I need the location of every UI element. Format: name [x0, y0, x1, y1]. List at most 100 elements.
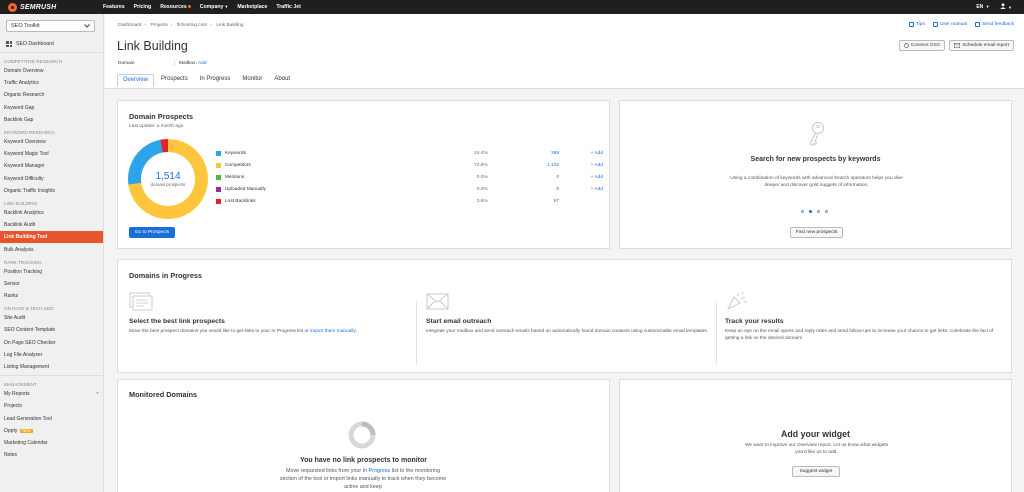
sidebar-item-label: SEO Dashboard	[16, 41, 54, 47]
logo-text: SEMRUSH	[20, 3, 57, 11]
donut-center: 1,514 domain prospects	[141, 152, 195, 206]
sidebar-item-domain-overview[interactable]: Domain Overview	[0, 65, 103, 77]
go-to-prospects-button[interactable]: Go to Prospects	[129, 227, 175, 238]
tab-about[interactable]: About	[269, 74, 295, 87]
breadcrumb: Dashboard › Projects › lfchosting.com › Lin…	[118, 23, 244, 28]
carousel-dot[interactable]	[817, 210, 820, 213]
find-new-prospects-button[interactable]: Find new prospects	[790, 227, 843, 238]
user-menu[interactable]: ▼	[999, 3, 1012, 11]
sidebar-item-backlink-audit[interactable]: Backlink Audit	[0, 219, 103, 231]
sidebar-item-bulk-analysis[interactable]: Bulk Analysis	[0, 243, 103, 255]
prospects-donut-chart: 1,514 domain prospects	[128, 139, 208, 219]
nav-traffic-jet[interactable]: Traffic Jet	[276, 4, 301, 10]
page-header: Dashboard › Projects › lfchosting.com › Lin…	[105, 14, 1024, 89]
sidebar-item-marketing-calendar[interactable]: Marketing Calendar	[0, 437, 103, 449]
sidebar-item-keyword-manager[interactable]: Keyword Manager	[0, 160, 103, 172]
sidebar-item-keyword-overview[interactable]: Keyword Overview	[0, 136, 103, 148]
send-feedback-link[interactable]: Send feedback	[974, 22, 1014, 27]
sidebar-item-traffic-analytics[interactable]: Traffic Analytics	[0, 77, 103, 89]
sidebar-item-position-tracking[interactable]: Position Tracking	[0, 266, 103, 278]
add-report-icon[interactable]: +	[95, 391, 99, 397]
sidebar-item-ranks[interactable]: Ranks	[0, 290, 103, 302]
sidebar: SEO Toolkit SEO Dashboard COMPETITIVE RE…	[0, 14, 104, 492]
prospect-count-link[interactable]: 0	[488, 175, 559, 180]
page-title: Link Building	[117, 39, 188, 53]
schedule-email-report-button[interactable]: Schedule email report	[949, 40, 1014, 51]
sidebar-item-keyword-difficulty[interactable]: Keyword Difficulty	[0, 173, 103, 185]
add-mentions-link[interactable]: + Add	[559, 175, 603, 180]
step-description: Move the best prospect domains you would…	[129, 329, 357, 334]
prospect-row-lost-backlinks: Lost Backlinks 3.8% 57	[216, 196, 603, 208]
sidebar-item-log-file-analyzer[interactable]: Log File Analyzer	[0, 349, 103, 361]
semrush-logo[interactable]: SEMRUSH	[8, 2, 103, 12]
sidebar-item-seo-content-template[interactable]: SEO Content Template	[0, 324, 103, 336]
nav-features[interactable]: Features	[103, 4, 125, 10]
suggest-widget-button[interactable]: Suggest widget	[792, 466, 840, 477]
sidebar-item-keyword-magic-tool[interactable]: Keyword Magic Tool	[0, 148, 103, 160]
tab-overview[interactable]: Overview	[117, 74, 155, 87]
header-buttons: Connect GSC Schedule email report	[895, 40, 1014, 51]
sidebar-heading-on-page-tech-seo: ON PAGE & TECH SEO	[4, 306, 54, 312]
toolkit-select-value: SEO Toolkit	[11, 23, 40, 29]
tab-monitor[interactable]: Monitor	[237, 74, 267, 87]
sidebar-item-backlink-analytics[interactable]: Backlink Analytics	[0, 207, 103, 219]
prospect-count-link[interactable]: 369	[488, 151, 559, 156]
sidebar-item-listing-management[interactable]: Listing Management	[0, 361, 103, 373]
nav-pricing[interactable]: Pricing	[134, 4, 152, 10]
breadcrumb-projects[interactable]: Projects	[150, 23, 167, 28]
mailbox-add-link[interactable]: Add	[198, 61, 207, 66]
divider	[716, 301, 717, 365]
sidebar-item-oppty[interactable]: Oppty NEW	[0, 425, 103, 437]
user-manual-link[interactable]: User manual	[932, 22, 967, 27]
total-prospects-label: domain prospects	[150, 181, 186, 187]
add-competitors-link[interactable]: + Add	[559, 163, 603, 168]
carousel-dot-active[interactable]	[809, 210, 812, 213]
tips-link[interactable]: Tips	[908, 22, 925, 27]
sidebar-item-keyword-gap[interactable]: Keyword Gap	[0, 102, 103, 114]
tab-in-progress[interactable]: In Progress	[195, 74, 236, 87]
nav-marketplace[interactable]: Marketplace	[237, 4, 267, 10]
sidebar-item-organic-traffic-insights[interactable]: Organic Traffic Insights	[0, 185, 103, 197]
sidebar-item-notes[interactable]: Notes	[0, 449, 103, 461]
sidebar-item-link-building-tool[interactable]: Link Building Tool	[0, 231, 103, 244]
carousel-dots	[801, 210, 833, 213]
carousel-dot[interactable]	[825, 210, 828, 213]
tab-prospects[interactable]: Prospects	[156, 74, 193, 87]
top-nav: Features Pricing Resources Company▼ Mark…	[103, 4, 310, 10]
party-popper-icon	[726, 291, 747, 311]
sidebar-item-site-audit[interactable]: Site Audit	[0, 312, 103, 324]
breadcrumb-dashboard[interactable]: Dashboard	[118, 23, 141, 28]
sidebar-item-label: Oppty	[4, 427, 18, 434]
add-uploaded-link[interactable]: + Add	[559, 187, 603, 192]
language-selector[interactable]: EN ▼	[976, 4, 989, 10]
connect-gsc-button[interactable]: Connect GSC	[898, 40, 946, 51]
prospect-count-link[interactable]: 1,102	[488, 163, 559, 168]
in-progress-link[interactable]: In Progress	[363, 468, 391, 474]
add-keywords-link[interactable]: + Add	[559, 151, 603, 156]
header-links: Tips User manual Send feedback	[901, 22, 1014, 27]
sidebar-item-on-page-seo-checker[interactable]: On Page SEO Checker	[0, 337, 103, 349]
prospect-count-link[interactable]: 57	[488, 199, 559, 204]
key-icon	[809, 122, 824, 147]
toolkit-select[interactable]: SEO Toolkit	[6, 20, 95, 32]
sidebar-item-organic-research[interactable]: Organic Research	[0, 89, 103, 101]
nav-company[interactable]: Company▼	[200, 4, 229, 10]
empty-state-title: You have no link prospects to monitor	[299, 457, 428, 464]
nav-resources[interactable]: Resources	[160, 4, 191, 10]
empty-state-description: Move requested links from your In Progre…	[279, 468, 447, 490]
sidebar-item-projects[interactable]: Projects	[0, 400, 103, 412]
prospect-count-link[interactable]: 0	[488, 187, 559, 192]
sidebar-item-backlink-gap[interactable]: Backlink Gap	[0, 114, 103, 126]
dashboard-grid-icon	[6, 41, 12, 47]
breadcrumb-domain[interactable]: lfchosting.com	[177, 23, 208, 28]
chat-icon	[974, 22, 980, 27]
carousel-dot[interactable]	[801, 210, 804, 213]
sidebar-item-seo-dashboard[interactable]: SEO Dashboard	[0, 38, 103, 50]
sidebar-item-sensor[interactable]: Sensor	[0, 278, 103, 290]
import-manually-link[interactable]: import them manually.	[310, 329, 357, 334]
list-window-icon	[129, 292, 153, 311]
total-prospects: 1,514	[155, 170, 181, 182]
sidebar-item-my-reports[interactable]: My Reports +	[0, 388, 103, 400]
sidebar-item-lead-generation-tool[interactable]: Lead Generation Tool	[0, 413, 103, 425]
step-description: Keep an eye on the email opens and reply…	[725, 329, 994, 341]
